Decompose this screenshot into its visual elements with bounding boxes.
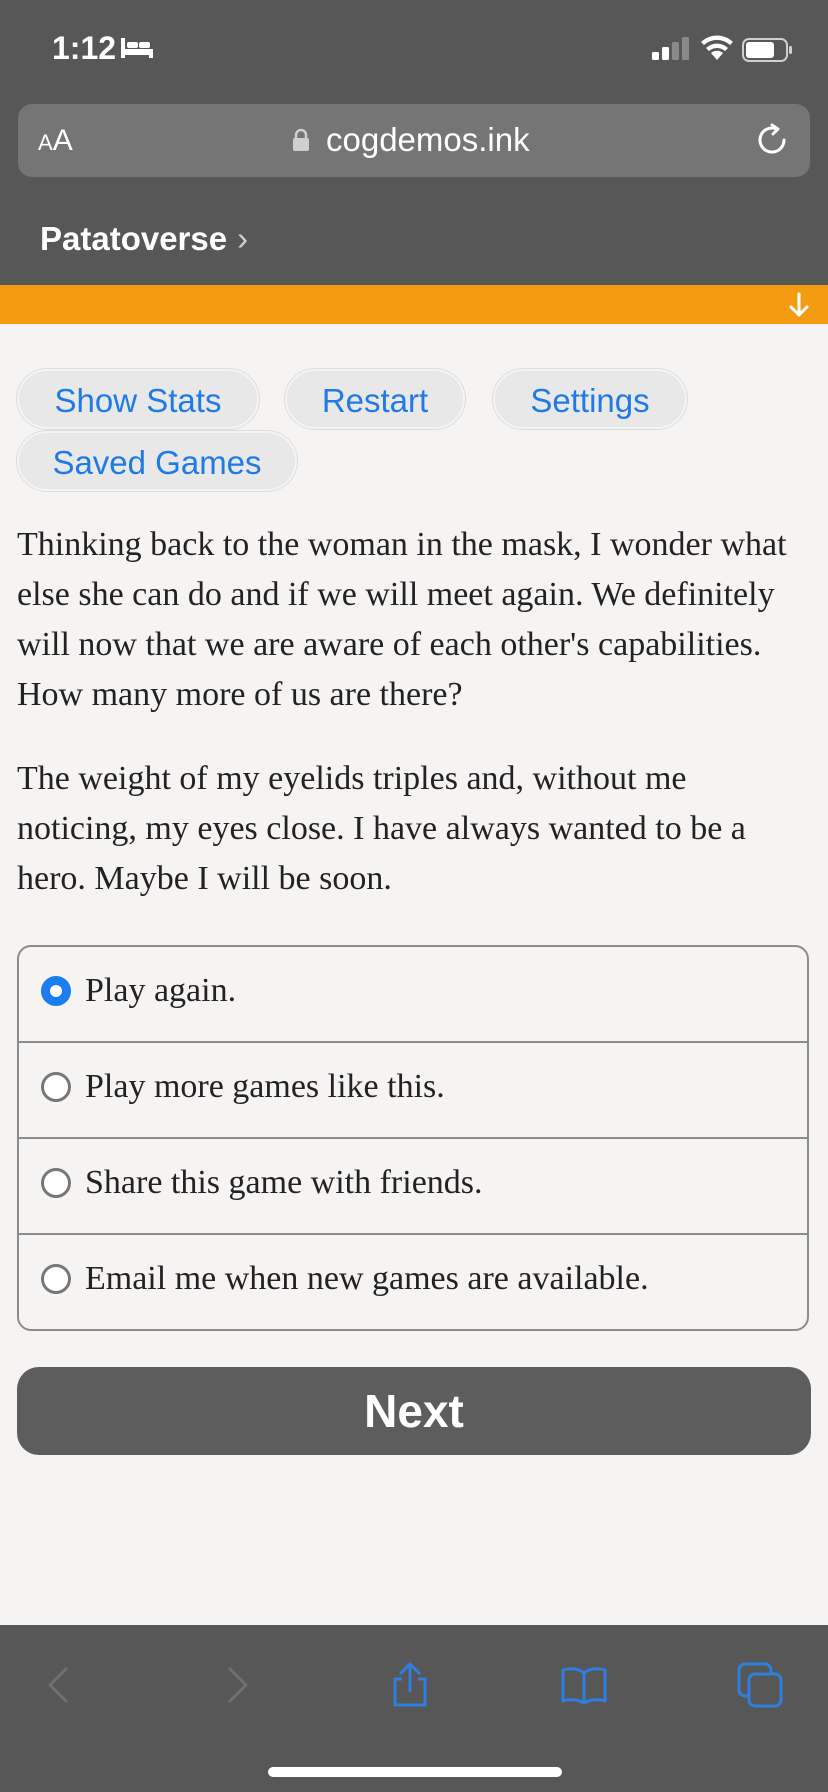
site-title-label: Patatoverse [40,220,228,257]
progress-banner [0,285,828,324]
show-stats-button[interactable]: Show Stats [17,369,259,429]
bookmarks-icon[interactable] [560,1661,608,1709]
chevron-right-icon: › [237,220,249,257]
text-size-button[interactable]: AA [38,124,73,158]
battery-icon [742,38,792,62]
choice-label: Email me when new games are available. [85,1260,649,1297]
lock-icon [293,128,309,151]
saved-games-button[interactable]: Saved Games [17,431,297,491]
wifi-icon [701,35,733,60]
url-text[interactable]: cogdemos.ink [326,121,530,159]
radio-icon[interactable] [41,1072,71,1102]
browser-toolbar [0,1625,828,1792]
reload-icon[interactable] [754,122,790,158]
story-paragraph: The weight of my eyelids triples and, wi… [17,760,746,897]
choice-label: Share this game with friends. [85,1164,483,1201]
next-button[interactable]: Next [17,1367,811,1455]
settings-button[interactable]: Settings [493,369,687,429]
address-bar[interactable]: AA cogdemos.ink [18,104,810,177]
browser-chrome-top: 1:12 AA cogdemos.ink Patatoverse › [0,0,828,285]
radio-icon[interactable] [41,1168,71,1198]
back-icon[interactable] [36,1661,84,1709]
radio-selected-icon[interactable] [41,976,71,1006]
story-paragraph: Thinking back to the woman in the mask, … [17,526,787,713]
choice-play-again[interactable]: Play again. [19,947,807,1043]
choice-label: Play more games like this. [85,1068,445,1105]
cellular-signal-icon [652,37,689,60]
site-title[interactable]: Patatoverse › [40,220,248,258]
choice-share-game[interactable]: Share this game with friends. [19,1139,807,1235]
status-bar: 1:12 [0,0,828,100]
choice-list: Play again. Play more games like this. S… [17,945,809,1331]
bed-icon [121,38,153,58]
down-arrow-icon[interactable] [786,291,812,319]
story-text: Thinking back to the woman in the mask, … [17,520,812,938]
choice-play-more-games[interactable]: Play more games like this. [19,1043,807,1139]
forward-icon[interactable] [212,1661,260,1709]
share-icon[interactable] [386,1661,434,1709]
tabs-icon[interactable] [736,1661,784,1709]
status-time: 1:12 [52,30,117,66]
choice-email-me[interactable]: Email me when new games are available. [19,1235,807,1329]
home-indicator[interactable] [268,1767,562,1777]
choice-label: Play again. [85,972,237,1009]
restart-button[interactable]: Restart [285,369,465,429]
radio-icon[interactable] [41,1264,71,1294]
